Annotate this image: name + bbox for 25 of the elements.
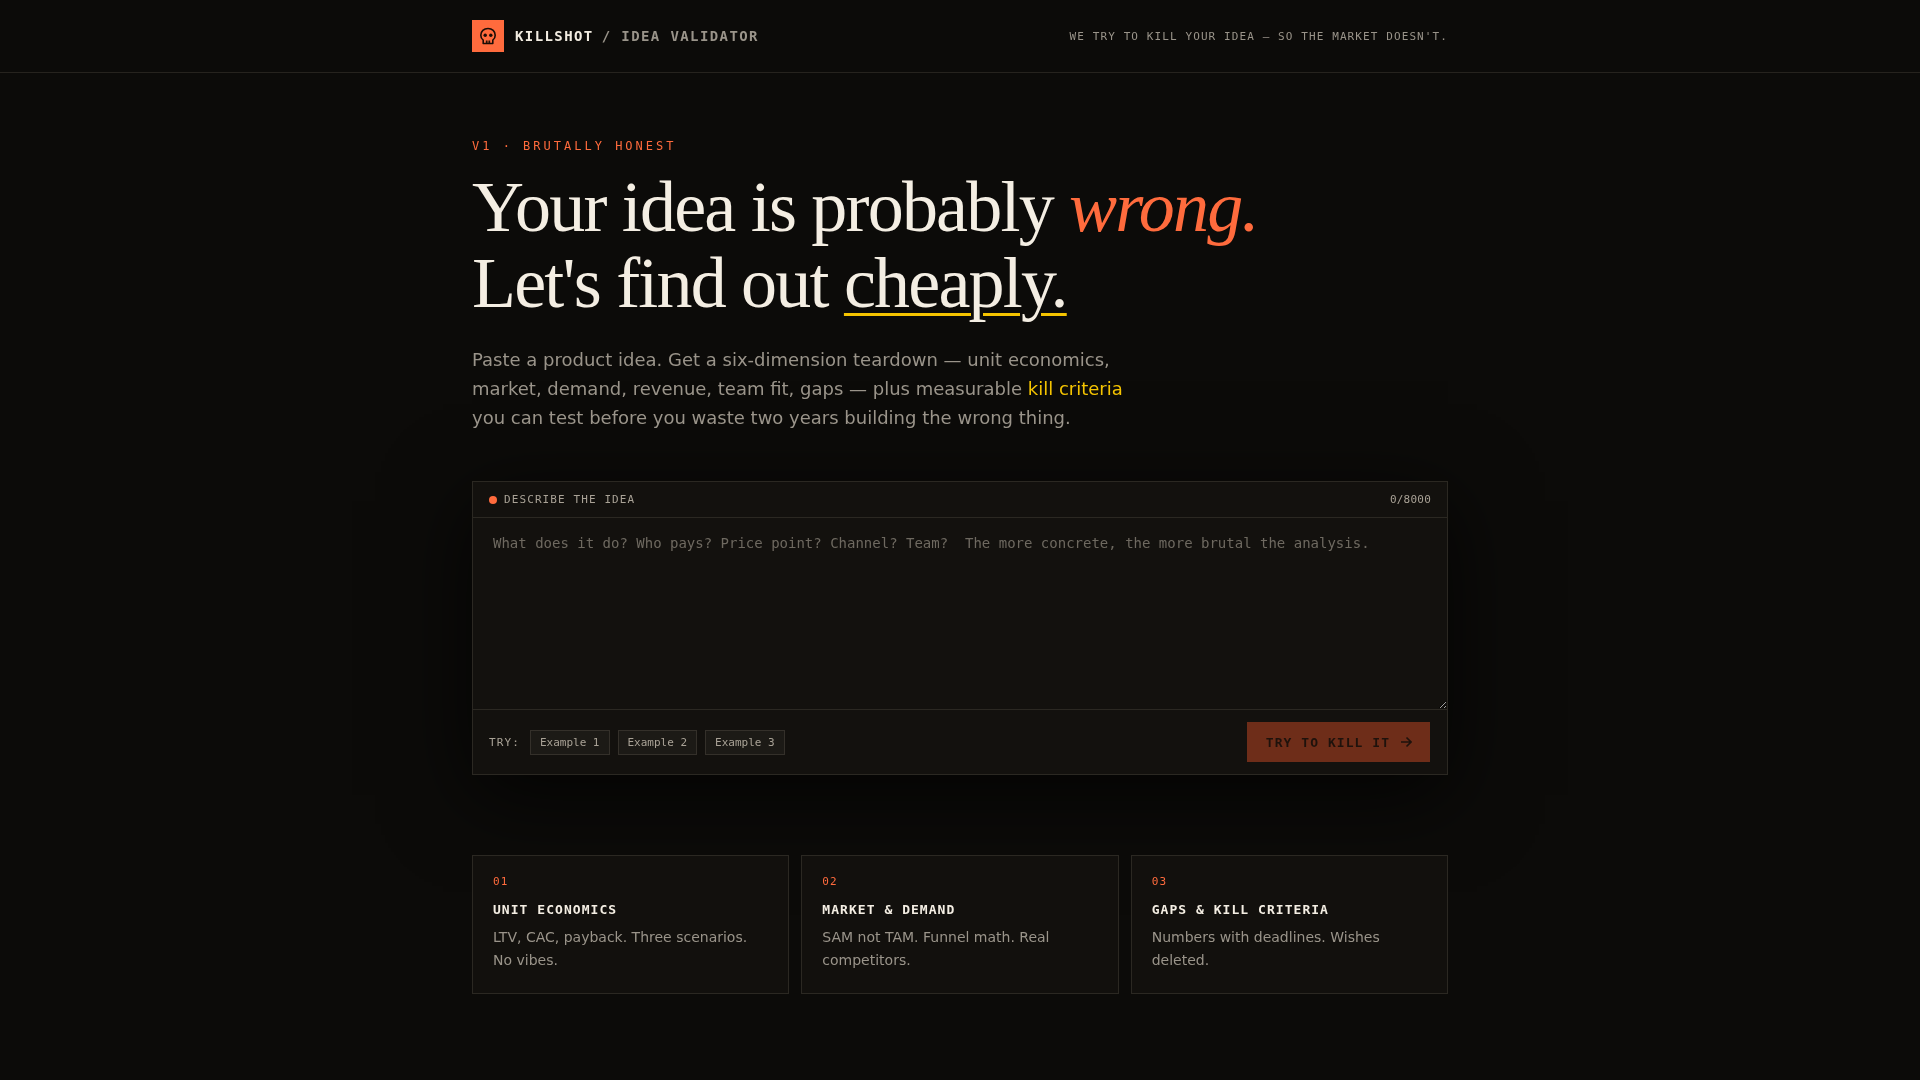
brand-name: KILLSHOT	[515, 28, 594, 44]
example-chip[interactable]: Example 2	[617, 729, 698, 755]
feature-title: UNIT ECONOMICS	[493, 902, 619, 918]
eyebrow-label: V1 · BRUTALLY HONEST	[472, 139, 677, 154]
arrow-icon	[1400, 736, 1412, 748]
feature-number: 03	[1151, 875, 1168, 889]
example-chip[interactable]: Example 1	[529, 729, 610, 755]
feature-number: 02	[822, 875, 838, 889]
feature-description: Numbers with deadlines. Wishes deleted.	[1151, 928, 1381, 970]
feature-description: LTV, CAC, payback. Three scenarios. No vibes.	[493, 928, 749, 970]
headline: Your idea is probably wrong. Let's find out cheaply.	[472, 166, 1259, 325]
example-chip[interactable]: Example 3	[705, 729, 785, 755]
intro-text: Paste a product idea. Get a six-dimension teardown — unit economics, market, demand, revenue, team fit, gaps — plus measurable kill criteria you can test before you waste two years building the wrong thing.	[472, 348, 1124, 430]
feature-number: 01	[493, 875, 509, 889]
feature-description: SAM not TAM. Funnel math. Real competitors.	[822, 928, 1051, 970]
panel-label: DESCRIBE THE IDEA	[504, 493, 636, 506]
brand-subtitle: / IDEA VALIDATOR	[601, 28, 759, 44]
tagline: WE TRY TO KILL YOUR IDEA — SO THE MARKET DOESN'T.	[1069, 29, 1448, 43]
try-label: TRY:	[489, 735, 520, 749]
status-dot-icon	[489, 495, 497, 504]
character-counter: 0/8000	[1389, 493, 1431, 506]
feature-title: MARKET & DEMAND	[822, 902, 957, 918]
idea-input-field[interactable]: What does it do? Who pays? Price point? Channel? Team? The more concrete, the more brutal the analysis.	[473, 518, 1447, 710]
skull-icon	[472, 20, 504, 52]
feature-title: GAPS & KILL CRITERIA	[1151, 902, 1330, 918]
